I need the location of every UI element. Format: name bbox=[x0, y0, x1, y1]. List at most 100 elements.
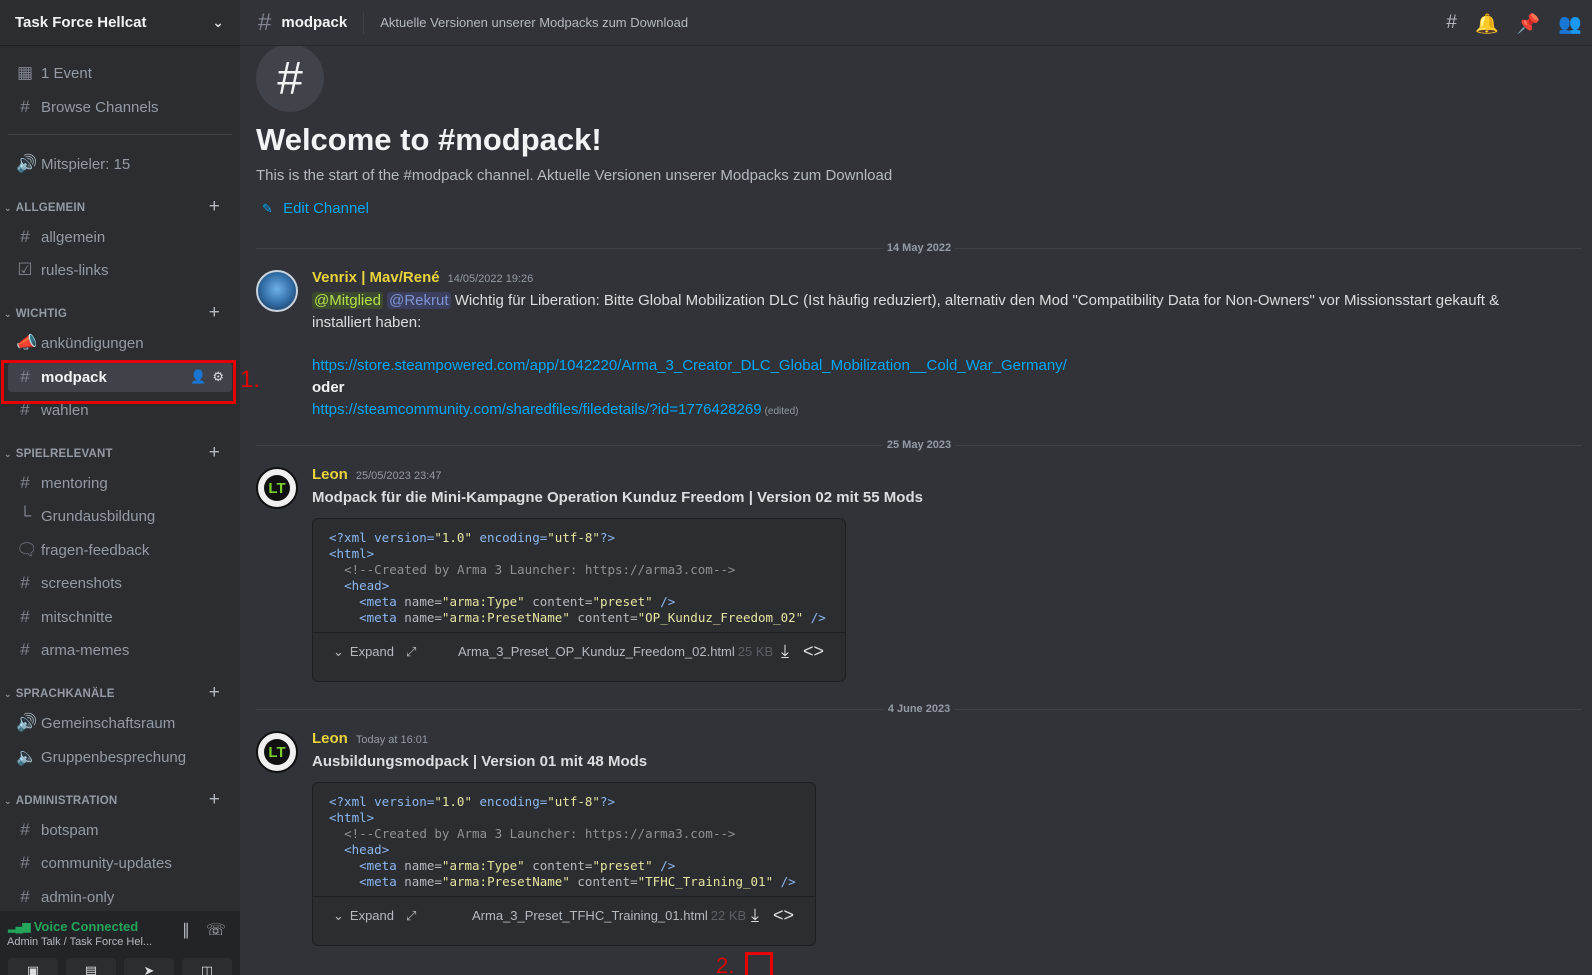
channel-hash-icon: # bbox=[256, 46, 324, 112]
mention-role[interactable]: @Mitglied bbox=[312, 292, 383, 309]
screen-share-icon[interactable]: ▤ bbox=[66, 958, 116, 975]
channel-mentoring[interactable]: # mentoring bbox=[8, 468, 232, 498]
message-text: installiert haben: bbox=[312, 314, 422, 331]
channel-admin-only[interactable]: # admin-only bbox=[8, 882, 232, 911]
welcome-subtitle: This is the start of the #modpack channe… bbox=[256, 167, 893, 184]
voice-status[interactable]: ▂▄▆ Voice Connected bbox=[8, 919, 138, 934]
chevron-down-icon[interactable]: ⌄ bbox=[212, 14, 224, 31]
view-code-icon[interactable]: <> bbox=[803, 641, 824, 662]
channel-label: rules-links bbox=[41, 261, 109, 279]
edit-channel-link[interactable]: ✎ Edit Channel bbox=[262, 200, 369, 217]
download-icon[interactable]: ⤓ bbox=[781, 641, 789, 662]
sidebar-item-mitspieler[interactable]: 🔊 Mitspieler: 15 bbox=[8, 149, 232, 179]
message-body: @Mitglied @Rekrut Wichtig für Liberation… bbox=[312, 290, 1562, 423]
date-label: 4 June 2023 bbox=[883, 703, 955, 715]
view-code-icon[interactable]: <> bbox=[773, 905, 794, 926]
hash-icon: # bbox=[258, 8, 272, 36]
category-allgemein[interactable]: ⌄ ALLGEMEIN + bbox=[0, 196, 240, 218]
add-channel-icon[interactable]: + bbox=[209, 302, 220, 324]
channel-allgemein[interactable]: # allgemein bbox=[8, 222, 232, 252]
attachment-filename[interactable]: Arma_3_Preset_TFHC_Training_01.html 22 KB bbox=[472, 908, 746, 923]
channel-community-updates[interactable]: # community-updates bbox=[8, 848, 232, 878]
server-header[interactable]: Task Force Hellcat ⌄ bbox=[0, 0, 240, 46]
bell-icon[interactable]: 🔔 bbox=[1475, 12, 1499, 36]
channel-ankuendigungen[interactable]: 📣 ankündigungen bbox=[8, 328, 232, 358]
attachment-filename[interactable]: Arma_3_Preset_OP_Kunduz_Freedom_02.html 2… bbox=[458, 644, 773, 659]
members-icon[interactable]: 👥 bbox=[1558, 12, 1582, 36]
message-author[interactable]: Leon bbox=[312, 466, 348, 483]
category-label: ALLGEMEIN bbox=[15, 202, 86, 214]
thread-grundausbildung[interactable]: └ Grundausbildung bbox=[8, 501, 232, 531]
add-channel-icon[interactable]: + bbox=[209, 789, 220, 811]
soundboard-icon[interactable]: ◫ bbox=[182, 958, 232, 975]
channel-topic[interactable]: Aktuelle Versionen unserer Modpacks zum … bbox=[380, 15, 688, 30]
sidebar-item-events[interactable]: ▦ 1 Event bbox=[8, 58, 232, 88]
channel-label: admin-only bbox=[41, 888, 115, 906]
avatar[interactable]: LT bbox=[256, 467, 298, 509]
category-sprachkanaele[interactable]: ⌄ SPRACHKANÄLE + bbox=[0, 682, 240, 704]
disconnect-icon[interactable]: ☏ bbox=[206, 920, 226, 940]
category-administration[interactable]: ⌄ ADMINISTRATION + bbox=[0, 789, 240, 811]
message-text: oder bbox=[312, 379, 345, 396]
expand-label: Expand bbox=[349, 644, 394, 659]
file-attachment: <?xml version="1.0" encoding="utf-8"?> <… bbox=[312, 518, 846, 682]
avatar[interactable] bbox=[256, 270, 298, 312]
message-timestamp: Today at 16:01 bbox=[355, 734, 429, 746]
chevron-down-icon: ⌄ bbox=[4, 688, 12, 699]
noise-suppression-icon[interactable]: ∥ bbox=[182, 920, 190, 940]
add-channel-icon[interactable]: + bbox=[209, 442, 220, 464]
message-link[interactable]: https://store.steampowered.com/app/10422… bbox=[312, 357, 1067, 374]
category-label: WICHTIG bbox=[15, 308, 67, 320]
voice-gemeinschaftsraum[interactable]: 🔊 Gemeinschaftsraum bbox=[8, 708, 232, 738]
message-author[interactable]: Leon bbox=[312, 730, 348, 747]
hash-icon: # bbox=[20, 640, 30, 659]
channel-label: arma-memes bbox=[41, 641, 130, 659]
browse-channels-icon: # bbox=[20, 97, 30, 116]
pin-icon[interactable]: 📌 bbox=[1517, 12, 1541, 36]
channel-header: # modpack Aktuelle Versionen unserer Mod… bbox=[240, 0, 1592, 46]
voice-channel-path[interactable]: Admin Talk / Task Force Hel... bbox=[7, 936, 159, 948]
checkbox-icon: ☑ bbox=[17, 260, 33, 279]
expand-button[interactable]: ⌄ Expand ⤢ bbox=[333, 908, 416, 924]
channel-label: screenshots bbox=[41, 574, 122, 592]
threads-icon[interactable]: # bbox=[1446, 12, 1457, 36]
expand-button[interactable]: ⌄ Expand ⤢ bbox=[333, 644, 416, 660]
channel-screenshots[interactable]: # screenshots bbox=[8, 568, 232, 598]
sidebar-item-browse-channels[interactable]: # Browse Channels bbox=[8, 92, 232, 122]
thread-branch-icon: └ bbox=[18, 506, 32, 525]
channel-arma-memes[interactable]: # arma-memes bbox=[8, 635, 232, 665]
forum-icon: 🗨 bbox=[16, 540, 38, 559]
signal-icon: ▂▄▆ bbox=[8, 921, 31, 933]
hash-icon: # bbox=[20, 853, 30, 872]
code-preview: <?xml version="1.0" encoding="utf-8"?> <… bbox=[329, 794, 796, 889]
mention-role[interactable]: @Rekrut bbox=[387, 292, 451, 309]
channel-botspam[interactable]: # botspam bbox=[8, 815, 232, 845]
channel-rules-links[interactable]: ☑ rules-links bbox=[8, 255, 232, 285]
voice-gruppenbesprechung[interactable]: 🔈 Gruppenbesprechung bbox=[8, 742, 232, 772]
date-divider: 4 June 2023 bbox=[256, 703, 1582, 715]
message-author[interactable]: Venrix | Mav/René bbox=[312, 269, 440, 286]
avatar[interactable]: LT bbox=[256, 731, 298, 773]
date-label: 14 May 2022 bbox=[882, 242, 956, 254]
category-wichtig[interactable]: ⌄ WICHTIG + bbox=[0, 302, 240, 324]
discord-app: Task Force Hellcat ⌄ ▦ 1 Event # Browse … bbox=[0, 0, 1592, 975]
channel-mitschnitte[interactable]: # mitschnitte bbox=[8, 602, 232, 632]
file-size: 22 KB bbox=[710, 908, 747, 923]
chevron-down-icon: ⌄ bbox=[333, 643, 344, 659]
activity-icon[interactable]: ➤ bbox=[124, 958, 174, 975]
download-icon[interactable]: ⤓ bbox=[751, 905, 759, 926]
header-divider bbox=[363, 11, 365, 34]
file-size: 25 KB bbox=[737, 644, 774, 659]
message-link[interactable]: https://steamcommunity.com/sharedfiles/f… bbox=[312, 401, 762, 418]
camera-icon[interactable]: ▣ bbox=[8, 958, 58, 975]
add-channel-icon[interactable]: + bbox=[209, 196, 220, 218]
voice-channel-icon: 🔊 bbox=[16, 154, 38, 173]
file-name: Arma_3_Preset_TFHC_Training_01.html bbox=[472, 908, 708, 923]
message: Venrix | Mav/René 14/05/2022 19:26 @Mitg… bbox=[256, 269, 1576, 423]
chevron-down-icon: ⌄ bbox=[4, 308, 12, 319]
annotation-highlight-modpack bbox=[1, 360, 236, 404]
channel-fragen-feedback[interactable]: 🗨 fragen-feedback bbox=[8, 535, 232, 565]
category-spielrelevant[interactable]: ⌄ SPIELRELEVANT + bbox=[0, 442, 240, 464]
file-name: Arma_3_Preset_OP_Kunduz_Freedom_02.html bbox=[458, 644, 735, 659]
add-channel-icon[interactable]: + bbox=[209, 682, 220, 704]
